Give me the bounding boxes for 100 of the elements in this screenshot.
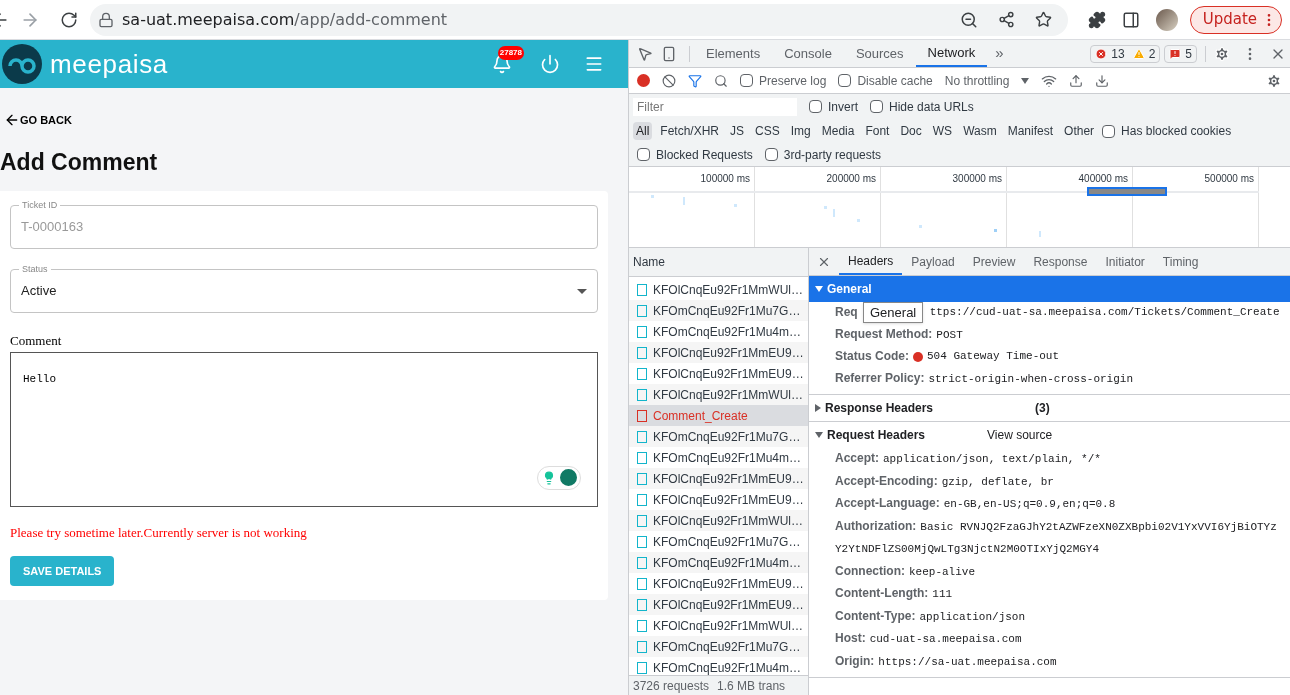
- import-icon[interactable]: [1069, 73, 1084, 88]
- type-filter-button[interactable]: WS: [929, 122, 956, 140]
- checkbox[interactable]: Disable cache: [838, 71, 933, 90]
- zoom-out-icon[interactable]: [959, 10, 978, 29]
- side-panel-icon[interactable]: [1121, 10, 1140, 29]
- collapsed-triangle-icon: [815, 404, 821, 412]
- throttling-select[interactable]: No throttling: [944, 71, 1030, 90]
- type-filter-button[interactable]: All: [633, 122, 653, 140]
- network-settings-icon[interactable]: [1266, 72, 1282, 89]
- type-filter-button[interactable]: Other: [1061, 122, 1098, 140]
- checkbox[interactable]: Blocked Requests: [637, 145, 753, 164]
- request-row[interactable]: KFOlCnqEu92Fr1MmEU9…: [629, 468, 808, 489]
- error-icon: [1095, 47, 1108, 60]
- star-icon[interactable]: [1034, 11, 1052, 28]
- search-icon[interactable]: [714, 73, 728, 88]
- footer-summary: 3726 requests: [633, 677, 710, 695]
- comment-textarea[interactable]: Hello: [10, 351, 598, 507]
- field-value: T-0000163: [21, 218, 84, 237]
- request-row[interactable]: KFOlCnqEu92Fr1MmWUl…: [629, 384, 808, 405]
- notification-icon[interactable]: [492, 54, 512, 74]
- request-row[interactable]: KFOmCnqEu92Fr1Mu7G…: [629, 636, 808, 657]
- issues-button[interactable]: 5: [1164, 44, 1197, 63]
- detail-tab[interactable]: Initiator: [1096, 248, 1154, 275]
- reload-icon[interactable]: [60, 10, 78, 29]
- request-name: KFOlCnqEu92Fr1MmEU9…: [653, 365, 804, 383]
- type-filter-button[interactable]: Font: [862, 122, 893, 140]
- request-row[interactable]: KFOmCnqEu92Fr1Mu7G…: [629, 300, 808, 321]
- checkbox[interactable]: Hide data URLs: [870, 97, 974, 116]
- checkbox-box[interactable]: [740, 74, 753, 87]
- clear-icon[interactable]: [662, 73, 676, 88]
- header-line: Content-Length: 111: [835, 585, 954, 602]
- type-filter-button[interactable]: CSS: [752, 122, 783, 140]
- font-file-icon: [637, 451, 647, 464]
- devtools-tab[interactable]: Network: [915, 40, 988, 67]
- view-source-link[interactable]: View source: [987, 426, 1053, 444]
- request-name: KFOlCnqEu92Fr1MmWUl…: [653, 512, 804, 530]
- detail-tab[interactable]: Timing: [1153, 248, 1208, 275]
- font-file-icon: [637, 577, 647, 590]
- type-filter-button[interactable]: Media: [818, 122, 858, 140]
- field-label: Ticket ID: [19, 199, 61, 211]
- request-row[interactable]: KFOlCnqEu92Fr1MmEU9…: [629, 342, 808, 363]
- request-row[interactable]: KFOmCnqEu92Fr1Mu7G…: [629, 426, 808, 447]
- font-file-icon: [637, 493, 647, 506]
- share-icon[interactable]: [997, 11, 1015, 28]
- devtools-tab[interactable]: Elements: [694, 40, 773, 67]
- url-host: sa-uat.meepaisa.com: [122, 8, 295, 31]
- devtools-tab[interactable]: Console: [772, 40, 844, 67]
- checkbox-box[interactable]: [764, 148, 778, 161]
- type-filter-button[interactable]: Fetch/XHR: [657, 122, 723, 140]
- type-filter-button[interactable]: Wasm: [960, 122, 1000, 140]
- checkbox[interactable]: 3rd-party requests: [764, 145, 882, 164]
- devtools-tab[interactable]: Sources: [843, 40, 916, 67]
- checkbox-box[interactable]: [838, 74, 852, 87]
- checkbox-box[interactable]: [870, 100, 883, 113]
- request-name: KFOlCnqEu92Fr1MmWUl…: [653, 617, 804, 635]
- checkbox[interactable]: Invert: [809, 97, 858, 116]
- name-column-header[interactable]: Name: [633, 253, 665, 271]
- header-line: Accept-Encoding: gzip, deflate, br: [835, 472, 1055, 490]
- request-name: KFOmCnqEu92Fr1Mu7G…: [653, 638, 801, 656]
- warning-count: 2: [1148, 45, 1156, 63]
- grammar-assistant-widget[interactable]: [537, 465, 581, 490]
- checkbox-box[interactable]: [809, 100, 822, 113]
- extensions-icon[interactable]: [1087, 10, 1106, 29]
- section-header[interactable]: Request Headers View source: [809, 422, 1290, 448]
- font-file-icon: [637, 619, 647, 632]
- detail-tab[interactable]: Payload: [902, 248, 964, 275]
- type-filter-button[interactable]: JS: [727, 122, 748, 140]
- detail-tab[interactable]: Response: [1024, 248, 1097, 275]
- font-file-icon: [637, 661, 647, 674]
- update-button[interactable]: Update: [1189, 5, 1282, 34]
- device-toolbar-icon[interactable]: [661, 45, 677, 62]
- checkbox-box[interactable]: [637, 148, 650, 161]
- address-bar[interactable]: sa-uat.meepaisa.com/app/add-comment: [90, 3, 1068, 36]
- section-header[interactable]: Response Headers (3): [809, 395, 1290, 421]
- comment-label: Comment: [10, 332, 63, 350]
- filter-icon[interactable]: [688, 73, 702, 88]
- font-file-icon: [637, 367, 647, 380]
- type-filter-button[interactable]: Manifest: [1004, 122, 1057, 140]
- export-icon[interactable]: [1095, 73, 1110, 88]
- settings-icon[interactable]: [1214, 45, 1230, 62]
- go-back-link[interactable]: GO BACK: [20, 112, 72, 129]
- record-icon[interactable]: [637, 74, 650, 87]
- detail-tab[interactable]: Preview: [963, 248, 1025, 275]
- request-row[interactable]: KFOmCnqEu92Fr1Mu4m…: [629, 552, 808, 573]
- request-row[interactable]: Comment_Create: [629, 405, 808, 426]
- checkbox[interactable]: Preserve log: [740, 71, 827, 90]
- console-counts-button[interactable]: 13 2: [1090, 44, 1161, 63]
- header-line: Accept: application/json, text/plain, */*: [835, 450, 1102, 467]
- checkbox[interactable]: Has blocked cookies: [1102, 122, 1232, 140]
- font-file-icon: [637, 535, 647, 548]
- profile-avatar[interactable]: [1155, 8, 1178, 31]
- checkbox-box[interactable]: [1102, 124, 1116, 138]
- request-row[interactable]: KFOlCnqEu92Fr1MmEU9…: [629, 594, 808, 615]
- more-tabs-button[interactable]: »: [987, 42, 1012, 65]
- type-filter-button[interactable]: Img: [787, 122, 814, 140]
- inspect-icon[interactable]: [637, 45, 653, 62]
- section-header[interactable]: General: [809, 276, 1290, 302]
- type-filter-button[interactable]: Doc: [897, 122, 925, 140]
- request-row[interactable]: KFOlCnqEu92Fr1MmWUl…: [629, 510, 808, 531]
- filter-input[interactable]: Filter: [633, 97, 797, 116]
